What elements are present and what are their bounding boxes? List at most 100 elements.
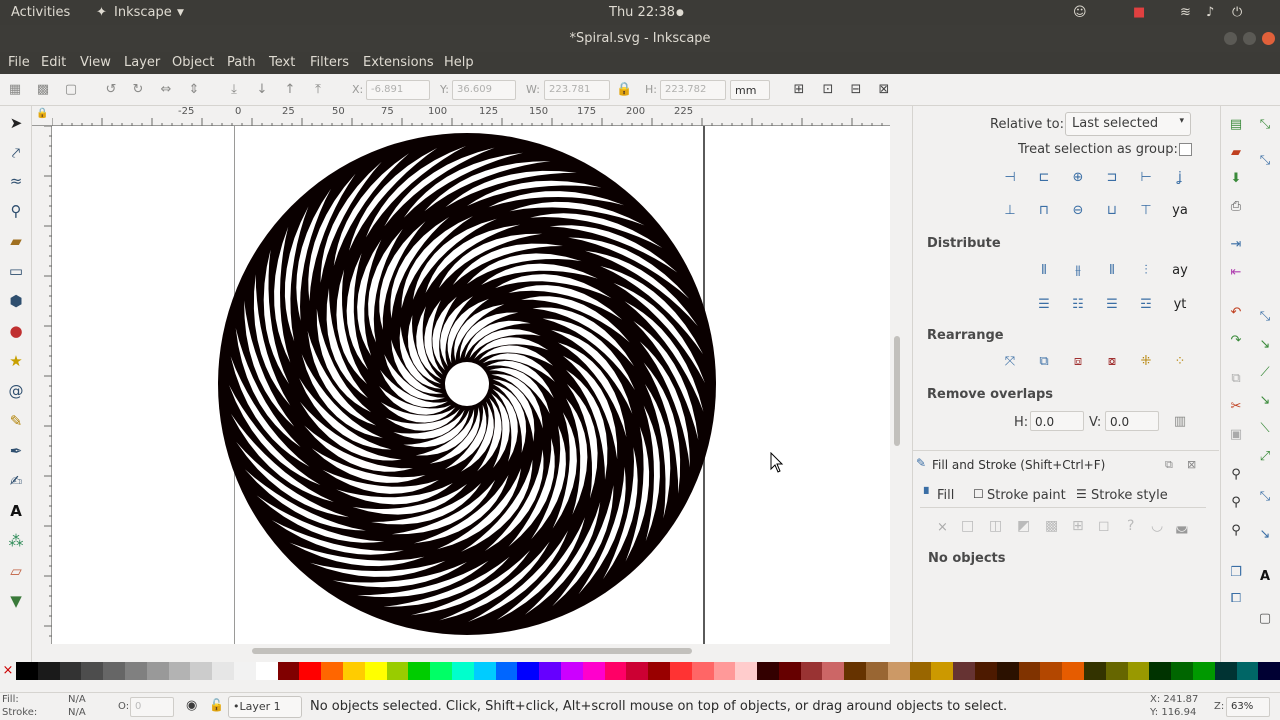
color-swatch[interactable] — [909, 662, 932, 680]
move-patterns-icon[interactable]: ⊠ — [876, 82, 892, 98]
select-all-layers-icon[interactable]: ▩ — [35, 82, 51, 98]
align-right-to-left-icon[interactable]: ⊣ — [999, 167, 1021, 189]
eraser-tool-icon[interactable]: ▱ — [5, 560, 27, 582]
menu-object[interactable]: Object — [172, 55, 214, 70]
color-swatch[interactable] — [778, 662, 801, 680]
rotate-ccw-icon[interactable]: ↺ — [103, 82, 119, 98]
export-icon[interactable]: ⇤ — [1225, 262, 1247, 284]
accessibility-icon[interactable]: ☺ — [1073, 5, 1087, 20]
ellipse-tool-icon[interactable]: ● — [5, 320, 27, 342]
exchange-positions-icon[interactable]: ⧉ — [1033, 351, 1055, 373]
linear-gradient-icon[interactable]: ◫ — [989, 518, 1002, 534]
color-swatch[interactable] — [844, 662, 867, 680]
menu-extensions[interactable]: Extensions — [363, 55, 434, 70]
color-swatch[interactable] — [321, 662, 343, 680]
color-swatch[interactable] — [451, 662, 474, 680]
color-swatch[interactable] — [168, 662, 191, 680]
color-palette[interactable]: × — [0, 662, 1280, 680]
distribute-baseline-v-icon[interactable]: yt — [1169, 294, 1191, 316]
color-swatch[interactable] — [495, 662, 518, 680]
open-document-icon[interactable]: ▰ — [1225, 142, 1247, 164]
color-swatch[interactable] — [255, 662, 278, 680]
minimize-button[interactable] — [1224, 32, 1237, 45]
unset-paint-icon[interactable]: ? — [1127, 518, 1134, 534]
horizontal-scroll-thumb[interactable] — [252, 648, 692, 654]
color-swatch[interactable] — [299, 662, 322, 680]
overlap-h-field[interactable]: 0.0 — [1030, 411, 1084, 431]
layer-visibility-icon[interactable]: ◉ — [186, 698, 197, 713]
horizontal-ruler[interactable]: 🔒 -25 0 25 50 75 100 125 150 175 200 225 — [32, 106, 890, 126]
snap-center-icon[interactable]: ⤡ — [1254, 486, 1276, 508]
layer-select[interactable]: •Layer 1 — [228, 696, 302, 718]
distribute-gaps-h-icon[interactable]: ⫶ — [1135, 260, 1157, 282]
color-swatch[interactable] — [560, 662, 583, 680]
menu-edit[interactable]: Edit — [41, 55, 66, 70]
zoom-drawing-icon[interactable]: ⚲ — [1225, 492, 1247, 514]
vertical-ruler[interactable] — [32, 126, 52, 644]
center-horizontal-axis-icon[interactable]: ⊖ — [1067, 200, 1089, 222]
color-swatch[interactable] — [233, 662, 256, 680]
color-swatch[interactable] — [1236, 662, 1259, 680]
text-tool-icon[interactable]: A — [5, 500, 27, 522]
height-field[interactable]: 223.782 — [660, 80, 726, 100]
calligraphy-tool-icon[interactable]: ✍ — [5, 470, 27, 492]
x-field[interactable]: -6.891 — [366, 80, 430, 100]
color-swatch[interactable] — [866, 662, 888, 680]
tab-stroke-style[interactable]: Stroke style — [1091, 488, 1168, 503]
color-swatch[interactable] — [1105, 662, 1128, 680]
color-swatch[interactable] — [16, 662, 38, 680]
rotate-cw-icon[interactable]: ↻ — [130, 82, 146, 98]
select-all-icon[interactable]: ▦ — [7, 82, 23, 98]
color-swatch[interactable] — [975, 662, 997, 680]
activities-button[interactable]: Activities — [11, 5, 70, 20]
raise-icon[interactable]: ↑ — [282, 82, 298, 98]
zoom-field[interactable]: 63% — [1226, 697, 1270, 717]
cut-icon[interactable]: ✂ — [1225, 396, 1247, 418]
unclump-icon[interactable]: ⁘ — [1169, 351, 1191, 373]
fill-rule-nonzero-icon[interactable]: ◛ — [1175, 518, 1189, 534]
distribute-top-icon[interactable]: ☰ — [1033, 294, 1055, 316]
rectangle-tool-icon[interactable]: ▭ — [5, 260, 27, 282]
distribute-right-icon[interactable]: ⫴ — [1101, 260, 1123, 282]
fill-value[interactable]: N/A — [68, 694, 86, 705]
color-swatch[interactable] — [1018, 662, 1041, 680]
no-color-swatch[interactable]: × — [0, 662, 16, 680]
align-bottom-icon[interactable]: ⊔ — [1101, 200, 1123, 222]
no-paint-icon[interactable]: × — [937, 520, 948, 535]
color-swatch[interactable] — [1084, 662, 1106, 680]
color-swatch[interactable] — [277, 662, 300, 680]
move-gradients-icon[interactable]: ⊟ — [848, 82, 864, 98]
color-swatch[interactable] — [800, 662, 823, 680]
color-swatch[interactable] — [626, 662, 649, 680]
maximize-button[interactable] — [1243, 32, 1256, 45]
snap-toggle-icon[interactable]: ⤡ — [1254, 114, 1276, 136]
tab-stroke-paint[interactable]: Stroke paint — [987, 488, 1066, 503]
color-swatch[interactable] — [190, 662, 213, 680]
vertical-scrollbar[interactable] — [890, 106, 904, 644]
spray-tool-icon[interactable]: ⁂ — [5, 530, 27, 552]
color-swatch[interactable] — [669, 662, 692, 680]
color-swatch[interactable] — [1171, 662, 1194, 680]
paste-icon[interactable]: ▣ — [1225, 424, 1247, 446]
color-swatch[interactable] — [81, 662, 104, 680]
align-left-icon[interactable]: ⊏ — [1033, 167, 1055, 189]
color-swatch[interactable] — [212, 662, 234, 680]
snap-midpoint-icon[interactable]: ⤢ — [1254, 446, 1276, 468]
distribute-center-h-icon[interactable]: ⫵ — [1067, 260, 1089, 282]
undo-icon[interactable]: ↶ — [1225, 302, 1247, 324]
clock[interactable]: Thu 22:38 — [609, 5, 675, 20]
snap-cusp-icon[interactable]: ↘ — [1254, 390, 1276, 412]
width-field[interactable]: 223.781 — [544, 80, 610, 100]
menu-layer[interactable]: Layer — [124, 55, 160, 70]
volume-icon[interactable]: ♪ — [1206, 5, 1214, 20]
distribute-baseline-h-icon[interactable]: ay — [1169, 260, 1191, 282]
color-swatch[interactable] — [1214, 662, 1237, 680]
color-swatch[interactable] — [364, 662, 387, 680]
pencil-tool-icon[interactable]: ✎ — [5, 410, 27, 432]
color-swatch[interactable] — [342, 662, 365, 680]
swatch-icon[interactable]: ◻ — [1098, 518, 1110, 534]
pattern-icon[interactable]: ⊞ — [1072, 518, 1084, 534]
spiral-artwork[interactable] — [217, 132, 717, 637]
menu-help[interactable]: Help — [444, 55, 474, 70]
menu-path[interactable]: Path — [227, 55, 256, 70]
